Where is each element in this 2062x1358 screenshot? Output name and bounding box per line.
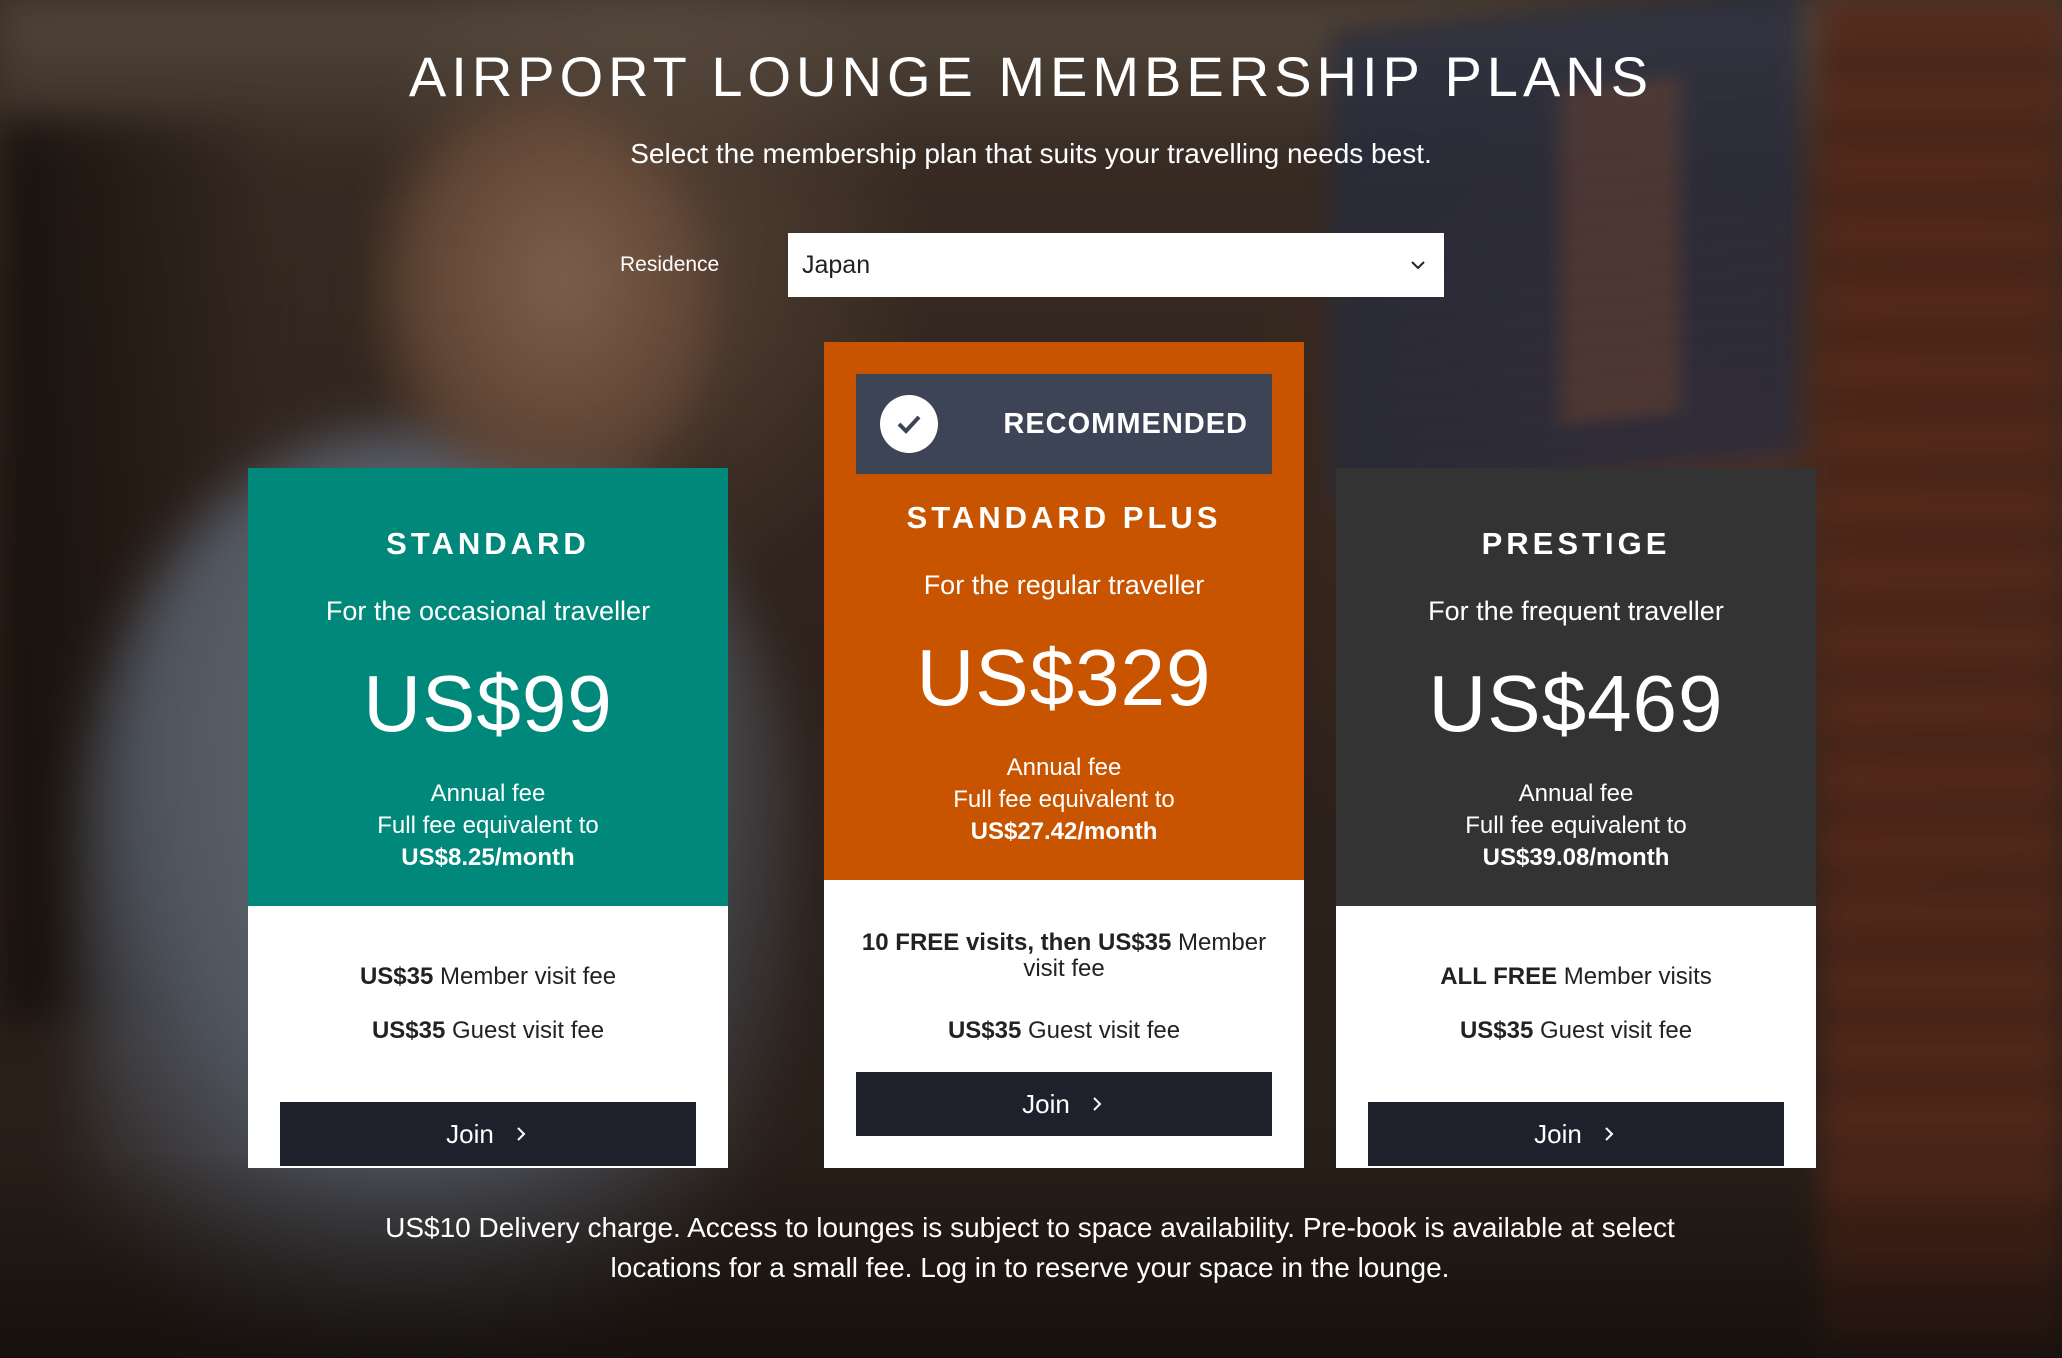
plan-price: US$469 (1428, 659, 1724, 748)
join-label: Join (446, 1118, 494, 1149)
equivalent-label: Full fee equivalent to (377, 812, 599, 839)
guest-visit-fee: US$35 Guest visit fee (1356, 1018, 1796, 1044)
plan-name: PRESTIGE (1481, 526, 1671, 561)
guest-visit-amount: US$35 (371, 1017, 446, 1044)
recommended-badge: RECOMMENDED (856, 374, 1272, 474)
guest-visit-fee: US$35 Guest visit fee (268, 1018, 708, 1044)
guest-visit-label: Guest visit fee (1021, 1017, 1181, 1044)
plan-fee-details: Annual fee Full fee equivalent to US$8.2… (248, 778, 728, 874)
member-visit-fee: ALL FREE Member visits (1356, 964, 1796, 990)
member-visit-fee: 10 FREE visits, then US$35 Member visit … (844, 930, 1284, 982)
join-button-prestige[interactable]: Join (1368, 1102, 1784, 1166)
plan-tagline: For the regular traveller (923, 570, 1205, 600)
annual-fee-label: Annual fee (430, 780, 546, 807)
plan-fee-details: Annual fee Full fee equivalent to US$39.… (1336, 778, 1816, 874)
member-visit-label: Member visits (1557, 963, 1712, 990)
plan-name: STANDARD PLUS (906, 500, 1222, 535)
chevron-down-icon (1411, 261, 1425, 270)
member-visit-amount: ALL FREE (1440, 963, 1558, 990)
residence-selected-value: Japan (802, 250, 871, 279)
plan-tagline: For the occasional traveller (325, 596, 651, 626)
recommended-label: RECOMMENDED (1003, 408, 1248, 440)
join-button-standard-plus[interactable]: Join (856, 1072, 1272, 1136)
plan-name: STANDARD (386, 526, 590, 561)
join-label: Join (1534, 1118, 1582, 1149)
guest-visit-label: Guest visit fee (1533, 1017, 1693, 1044)
residence-label: Residence (620, 253, 720, 276)
member-visit-fee: US$35 Member visit fee (268, 964, 708, 990)
plan-price: US$99 (363, 659, 613, 748)
plan-price: US$329 (916, 633, 1212, 722)
chevron-right-icon (1605, 1127, 1614, 1141)
plan-card-standard: STANDARD For the occasional traveller US… (248, 468, 728, 1168)
chevron-right-icon (1093, 1097, 1102, 1111)
chevron-right-icon (517, 1127, 526, 1141)
check-circle-icon (880, 395, 938, 453)
plan-header-standard-plus: RECOMMENDED STANDARD PLUS For the regula… (824, 342, 1304, 880)
join-button-standard[interactable]: Join (280, 1102, 696, 1166)
plan-header-standard: STANDARD For the occasional traveller US… (248, 468, 728, 906)
join-label: Join (1022, 1088, 1070, 1119)
guest-visit-fee: US$35 Guest visit fee (844, 1018, 1284, 1044)
equivalent-label: Full fee equivalent to (953, 786, 1175, 813)
plan-card-prestige: PRESTIGE For the frequent traveller US$4… (1336, 468, 1816, 1168)
monthly-fee: US$39.08/month (1482, 844, 1670, 871)
monthly-fee: US$8.25/month (401, 844, 575, 871)
annual-fee-label: Annual fee (1518, 780, 1634, 807)
membership-plans-page: AIRPORT LOUNGE MEMBERSHIP PLANS Select t… (0, 0, 2062, 1358)
member-visit-label: Member visit fee (433, 963, 617, 990)
residence-dropdown[interactable]: Japan (788, 233, 1444, 297)
plan-fee-details: Annual fee Full fee equivalent to US$27.… (824, 752, 1304, 848)
guest-visit-amount: US$35 (1459, 1017, 1534, 1044)
footnote-disclaimer: US$10 Delivery charge. Access to lounges… (385, 1212, 1675, 1283)
guest-visit-amount: US$35 (947, 1017, 1022, 1044)
member-visit-amount: US$35 (359, 963, 434, 990)
residence-selector: Residence Japan (620, 233, 1444, 297)
member-visit-amount: 10 FREE visits, then US$35 (861, 929, 1172, 956)
plan-header-prestige: PRESTIGE For the frequent traveller US$4… (1336, 468, 1816, 906)
plan-tagline: For the frequent traveller (1428, 596, 1724, 626)
monthly-fee: US$27.42/month (970, 818, 1158, 845)
annual-fee-label: Annual fee (1006, 754, 1122, 781)
page-subtitle: Select the membership plan that suits yo… (630, 138, 1432, 169)
guest-visit-label: Guest visit fee (445, 1017, 605, 1044)
plan-card-standard-plus: RECOMMENDED STANDARD PLUS For the regula… (824, 342, 1304, 1168)
equivalent-label: Full fee equivalent to (1465, 812, 1687, 839)
page-title: AIRPORT LOUNGE MEMBERSHIP PLANS (408, 45, 1654, 108)
